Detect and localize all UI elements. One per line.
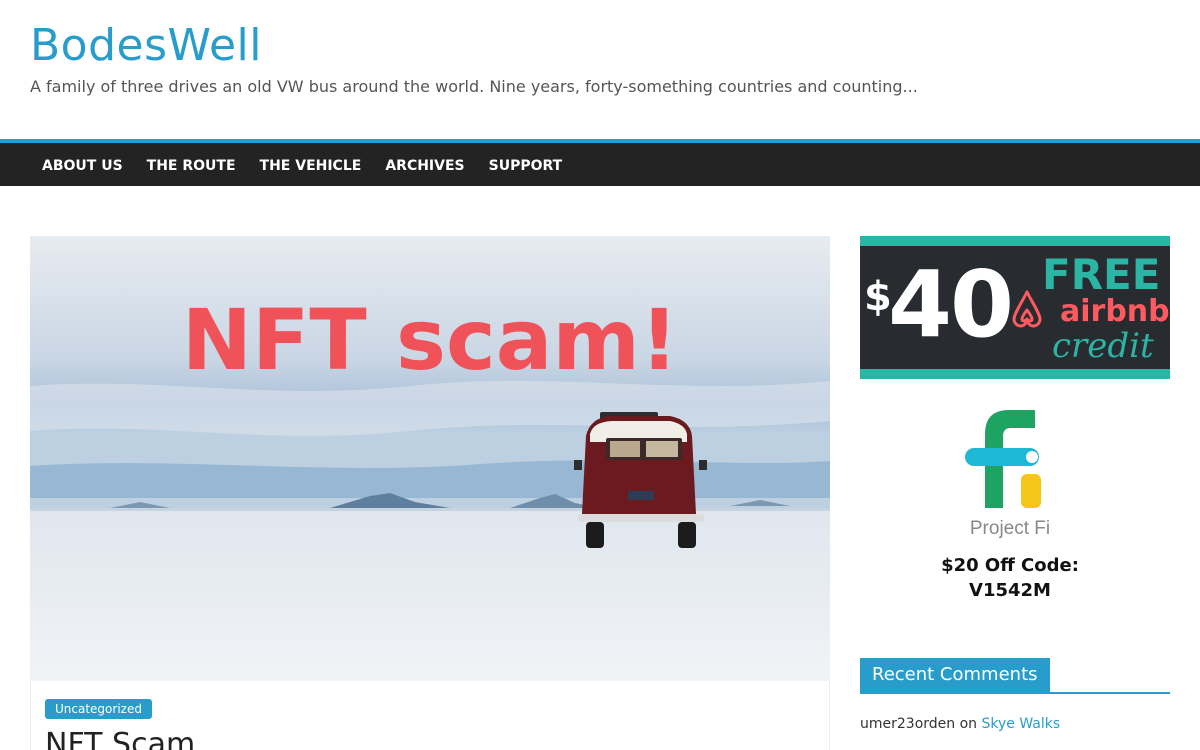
comment-author: umer23orden [860,716,956,732]
ad-credit-text: credit [1052,326,1154,366]
ad-brand-text: airbnb [1060,294,1170,329]
promo-code-line-2: V1542M [969,580,1051,601]
site-description: A family of three drives an old VW bus a… [30,77,918,96]
post-title[interactable]: NFT Scam [45,727,195,750]
comment-on-text: on [959,716,978,732]
post-meta: Uncategorized [45,698,152,719]
main-content: NFT scam! Uncategorized NFT Scam [30,236,830,750]
nav-item-support[interactable]: SUPPORT [489,158,563,174]
ad-amount: 40 [888,251,1014,358]
ad-free-text: FREE [1042,250,1161,299]
featured-image-caption: NFT scam! [181,291,679,389]
airbnb-logo-icon [1012,290,1042,328]
featured-image[interactable]: NFT scam! [30,236,830,681]
nav-item-the-route[interactable]: THE ROUTE [147,158,236,174]
sidebar: $ 40 FREE airbnb credit Project Fi $20 O… [860,236,1170,732]
site-title[interactable]: BodesWell [30,20,262,71]
project-fi-logo-icon [965,410,1041,508]
nav-item-about-us[interactable]: ABOUT US [42,158,123,174]
promo-code-line-1: $20 Off Code: [941,555,1079,576]
nav-item-archives[interactable]: ARCHIVES [385,158,464,174]
site-header: BodesWell A family of three drives an ol… [0,0,1200,140]
recent-comments-title: Recent Comments [860,658,1050,692]
recent-comment-item: umer23orden on Skye Walks [860,716,1060,732]
recent-comments-header: Recent Comments [860,658,1170,694]
main-navigation: ABOUT US THE ROUTE THE VEHICLE ARCHIVES … [0,139,1200,186]
category-badge[interactable]: Uncategorized [45,699,152,719]
promo-code: $20 Off Code: V1542M [860,553,1160,603]
airbnb-credit-ad[interactable]: $ 40 FREE airbnb credit [860,236,1170,379]
project-fi-label: Project Fi [969,518,1051,539]
nav-item-the-vehicle[interactable]: THE VEHICLE [260,158,362,174]
comment-post-link[interactable]: Skye Walks [982,716,1061,732]
